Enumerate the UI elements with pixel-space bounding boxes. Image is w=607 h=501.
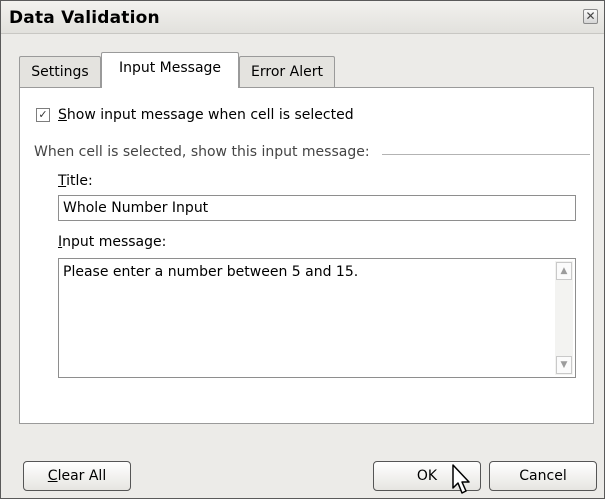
scroll-down-icon[interactable]: ▼ <box>556 356 572 374</box>
message-scrollbar[interactable]: ▲ ▼ <box>555 261 573 375</box>
scroll-up-icon[interactable]: ▲ <box>556 262 572 280</box>
show-input-message-checkbox[interactable]: ✓ <box>36 108 50 122</box>
title-input[interactable]: Whole Number Input <box>58 195 576 221</box>
tab-input-message-label: Input Message <box>118 60 222 76</box>
tab-settings-label: Settings <box>31 64 89 80</box>
tab-error-alert[interactable]: Error Alert <box>239 56 335 88</box>
input-message-text: Please enter a number between 5 and 15. <box>63 264 359 280</box>
tab-settings[interactable]: Settings <box>19 56 101 88</box>
title-bar: Data Validation ✕ <box>1 1 604 34</box>
tab-input-message[interactable]: Input Message <box>101 52 239 88</box>
input-message-label: Input message: <box>58 234 167 250</box>
input-message-textarea[interactable]: Please enter a number between 5 and 15. … <box>58 258 576 378</box>
dialog-title: Data Validation <box>9 8 160 28</box>
cancel-button[interactable]: Cancel <box>489 461 597 491</box>
show-input-message-label[interactable]: Show input message when cell is selected <box>58 107 354 123</box>
title-label: Title: <box>58 173 93 189</box>
close-icon[interactable]: ✕ <box>583 9 598 24</box>
data-validation-dialog: Data Validation ✕ Settings Input Message… <box>0 0 605 499</box>
tab-error-alert-label: Error Alert <box>251 64 323 80</box>
group-label: When cell is selected, show this input m… <box>34 144 370 160</box>
group-divider <box>382 154 590 155</box>
mouse-pointer-icon <box>452 464 470 494</box>
clear-all-button[interactable]: Clear All <box>23 461 131 491</box>
input-message-panel: ✓ Show input message when cell is select… <box>19 87 594 424</box>
checkmark-icon: ✓ <box>38 108 48 121</box>
